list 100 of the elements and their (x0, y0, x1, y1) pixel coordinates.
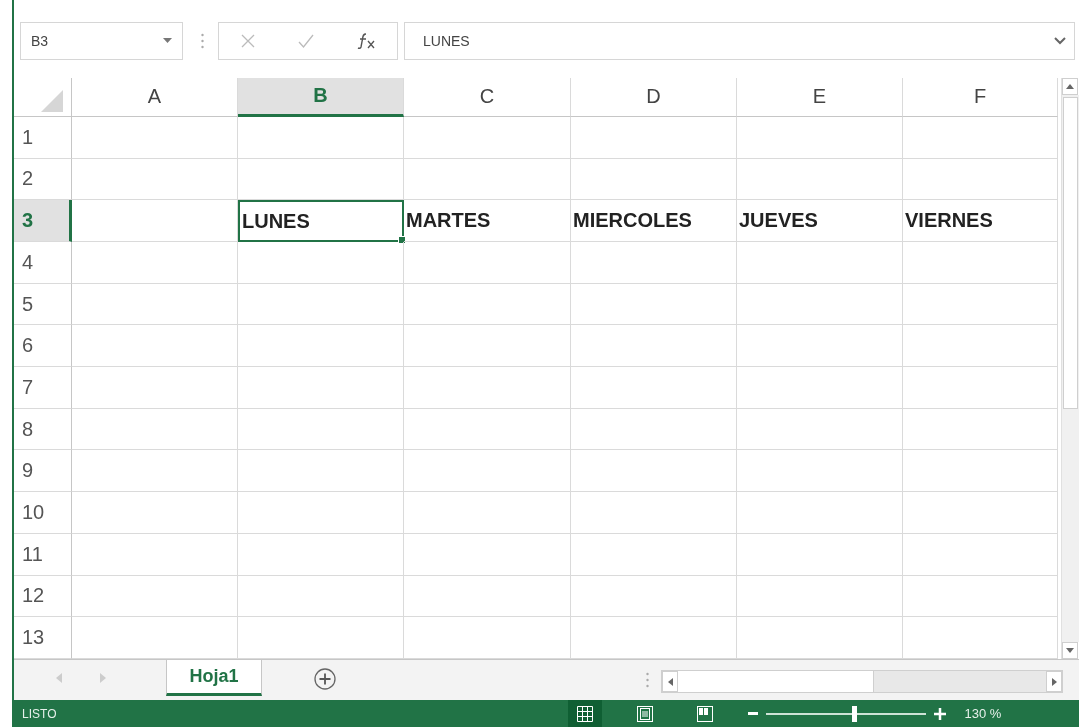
table-cell[interactable] (903, 450, 1058, 493)
dropdown-arrow-icon[interactable] (163, 38, 172, 44)
table-cell[interactable] (404, 158, 571, 201)
table-cell[interactable] (903, 158, 1058, 201)
table-cell[interactable] (737, 575, 903, 618)
select-all-icon[interactable] (41, 89, 63, 112)
table-cell[interactable] (737, 367, 903, 409)
table-cell[interactable] (737, 617, 903, 659)
fill-handle[interactable] (398, 236, 406, 244)
table-cell[interactable] (72, 408, 238, 451)
table-cell[interactable] (903, 283, 1058, 326)
table-cell[interactable] (571, 575, 737, 618)
table-cell[interactable] (72, 492, 238, 534)
table-cell[interactable] (72, 617, 238, 659)
table-cell[interactable] (737, 408, 903, 451)
table-cell[interactable] (737, 325, 903, 368)
row-header[interactable]: 6 (14, 325, 72, 368)
horizontal-scrollbar[interactable] (661, 670, 1063, 694)
row-header[interactable]: 12 (14, 575, 72, 618)
table-cell[interactable] (72, 533, 238, 576)
table-cell[interactable] (404, 242, 571, 284)
table-cell[interactable] (404, 283, 571, 326)
zoom-in-button[interactable] (934, 707, 947, 720)
function-icon[interactable] (357, 32, 376, 49)
table-cell[interactable] (238, 116, 404, 159)
row-header[interactable]: 9 (14, 450, 72, 493)
table-cell[interactable] (571, 325, 737, 368)
formula-field[interactable]: LUNES (404, 21, 1075, 60)
table-cell[interactable]: MIERCOLES (571, 200, 737, 242)
row-header[interactable]: 13 (14, 617, 72, 659)
table-cell[interactable] (571, 533, 737, 576)
row-header[interactable]: 11 (14, 533, 72, 576)
column-header[interactable]: E (737, 77, 903, 117)
table-cell[interactable] (72, 200, 238, 242)
table-cell[interactable] (903, 492, 1058, 534)
table-cell[interactable] (737, 450, 903, 493)
table-cell[interactable] (238, 158, 404, 201)
table-cell[interactable] (238, 492, 404, 534)
table-cell[interactable] (737, 158, 903, 201)
table-cell[interactable] (404, 492, 571, 534)
table-cell[interactable] (238, 575, 404, 618)
name-box[interactable]: B3 (20, 21, 183, 60)
table-cell[interactable] (571, 408, 737, 451)
table-cell[interactable]: MARTES (404, 200, 571, 242)
table-cell[interactable] (238, 283, 404, 326)
table-cell[interactable] (737, 533, 903, 576)
table-cell[interactable] (404, 533, 571, 576)
table-cell[interactable] (571, 367, 737, 409)
table-cell[interactable] (72, 242, 238, 284)
scroll-right-button[interactable] (1046, 671, 1062, 693)
table-cell[interactable] (737, 116, 903, 159)
table-cell[interactable] (903, 116, 1058, 159)
table-cell[interactable] (404, 325, 571, 368)
table-cell[interactable] (571, 158, 737, 201)
table-cell[interactable] (72, 367, 238, 409)
next-sheet-icon[interactable] (100, 673, 106, 684)
column-header[interactable]: F (903, 77, 1058, 117)
table-cell[interactable] (72, 283, 238, 326)
table-cell[interactable] (72, 325, 238, 368)
column-header[interactable]: C (404, 77, 571, 117)
table-cell[interactable] (404, 367, 571, 409)
table-cell[interactable]: VIERNES (903, 200, 1058, 242)
row-header[interactable]: 4 (14, 242, 72, 284)
scrollbar-thumb[interactable] (678, 671, 874, 693)
table-cell[interactable] (238, 533, 404, 576)
table-cell[interactable] (404, 575, 571, 618)
table-cell[interactable] (238, 242, 404, 284)
table-cell[interactable] (903, 575, 1058, 618)
table-cell[interactable] (571, 283, 737, 326)
column-header[interactable]: B (238, 77, 404, 117)
table-cell[interactable] (72, 450, 238, 493)
add-sheet-icon[interactable] (314, 668, 336, 691)
table-cell[interactable] (571, 450, 737, 493)
table-cell[interactable] (404, 408, 571, 451)
table-cell[interactable] (737, 242, 903, 284)
scroll-left-button[interactable] (662, 671, 678, 693)
vertical-scrollbar[interactable] (1061, 77, 1079, 660)
previous-sheet-icon[interactable] (56, 673, 62, 684)
table-cell[interactable] (404, 450, 571, 493)
row-header[interactable]: 8 (14, 408, 72, 451)
sheet-tab[interactable]: Hoja1 (166, 660, 262, 697)
row-header[interactable]: 10 (14, 492, 72, 534)
table-cell[interactable] (903, 408, 1058, 451)
cancel-icon[interactable] (240, 33, 255, 48)
row-header[interactable]: 5 (14, 283, 72, 326)
table-cell[interactable] (72, 158, 238, 201)
table-cell[interactable] (238, 325, 404, 368)
table-cell[interactable] (571, 492, 737, 534)
table-cell[interactable] (571, 617, 737, 659)
expand-icon[interactable] (1054, 36, 1066, 45)
table-cell[interactable]: JUEVES (737, 200, 903, 242)
zoom-slider-thumb[interactable] (852, 705, 858, 722)
column-header[interactable]: D (571, 77, 737, 117)
row-header[interactable]: 3 (14, 200, 72, 242)
table-cell[interactable] (903, 617, 1058, 659)
table-cell[interactable] (238, 408, 404, 451)
table-cell[interactable] (571, 116, 737, 159)
row-header[interactable]: 7 (14, 367, 72, 409)
table-cell[interactable] (903, 533, 1058, 576)
table-cell[interactable] (571, 242, 737, 284)
